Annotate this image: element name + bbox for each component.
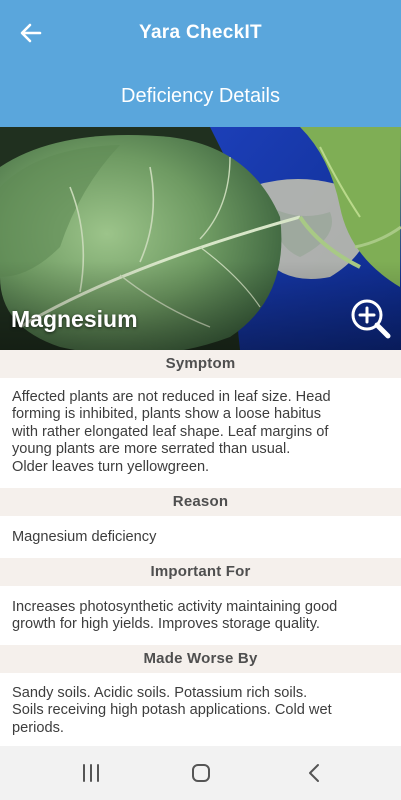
app-title: Yara CheckIT bbox=[139, 22, 262, 43]
section-body-important-for: Increases photosynthetic activity mainta… bbox=[12, 599, 396, 634]
section-body-made-worse-by: Sandy soils. Acidic soils. Potassium ric… bbox=[12, 685, 396, 737]
text-line: young plants are more serrated than usua… bbox=[12, 441, 291, 458]
system-back-button[interactable] bbox=[300, 760, 330, 786]
section-header-symptom: Symptom bbox=[0, 350, 401, 378]
text-line: Affected plants are not reduced in leaf … bbox=[12, 389, 331, 405]
text-line: Older leaves turn yellowgreen. bbox=[12, 458, 210, 475]
page-title: Deficiency Details bbox=[121, 85, 280, 107]
system-nav-bar bbox=[0, 746, 401, 800]
section-body-reason: Magnesium deficiency bbox=[12, 529, 396, 546]
text-line: with rather elongated leaf shape. Leaf m… bbox=[12, 423, 329, 440]
recents-icon bbox=[83, 764, 99, 782]
text-line: forming is inhibited, plants show a loos… bbox=[12, 406, 322, 423]
text-line: Magnesium deficiency bbox=[12, 529, 157, 545]
home-icon bbox=[192, 764, 210, 782]
text-line: Increases photosynthetic activity mainta… bbox=[12, 599, 338, 615]
section-header-made-worse-by: Made Worse By bbox=[0, 645, 401, 673]
zoom-in-icon bbox=[351, 299, 391, 339]
zoom-button[interactable] bbox=[349, 297, 391, 339]
text-line: periods. bbox=[12, 719, 64, 736]
back-chevron-icon bbox=[309, 764, 319, 782]
home-button[interactable] bbox=[186, 760, 216, 786]
text-line: Sandy soils. Acidic soils. Potassium ric… bbox=[12, 685, 308, 701]
section-header-reason: Reason bbox=[0, 488, 401, 516]
deficiency-photo: Magnesium bbox=[0, 127, 401, 350]
nutrient-name: Magnesium bbox=[11, 306, 138, 332]
app-bar: Yara CheckIT Deficiency Details bbox=[0, 0, 401, 127]
section-header-important-for: Important For bbox=[0, 558, 401, 586]
text-line: Soils receiving high potash applications… bbox=[12, 702, 332, 719]
recents-button[interactable] bbox=[76, 760, 106, 786]
section-body-symptom: Affected plants are not reduced in leaf … bbox=[12, 389, 396, 476]
text-line: growth for high yields. Improves storage… bbox=[12, 616, 320, 633]
